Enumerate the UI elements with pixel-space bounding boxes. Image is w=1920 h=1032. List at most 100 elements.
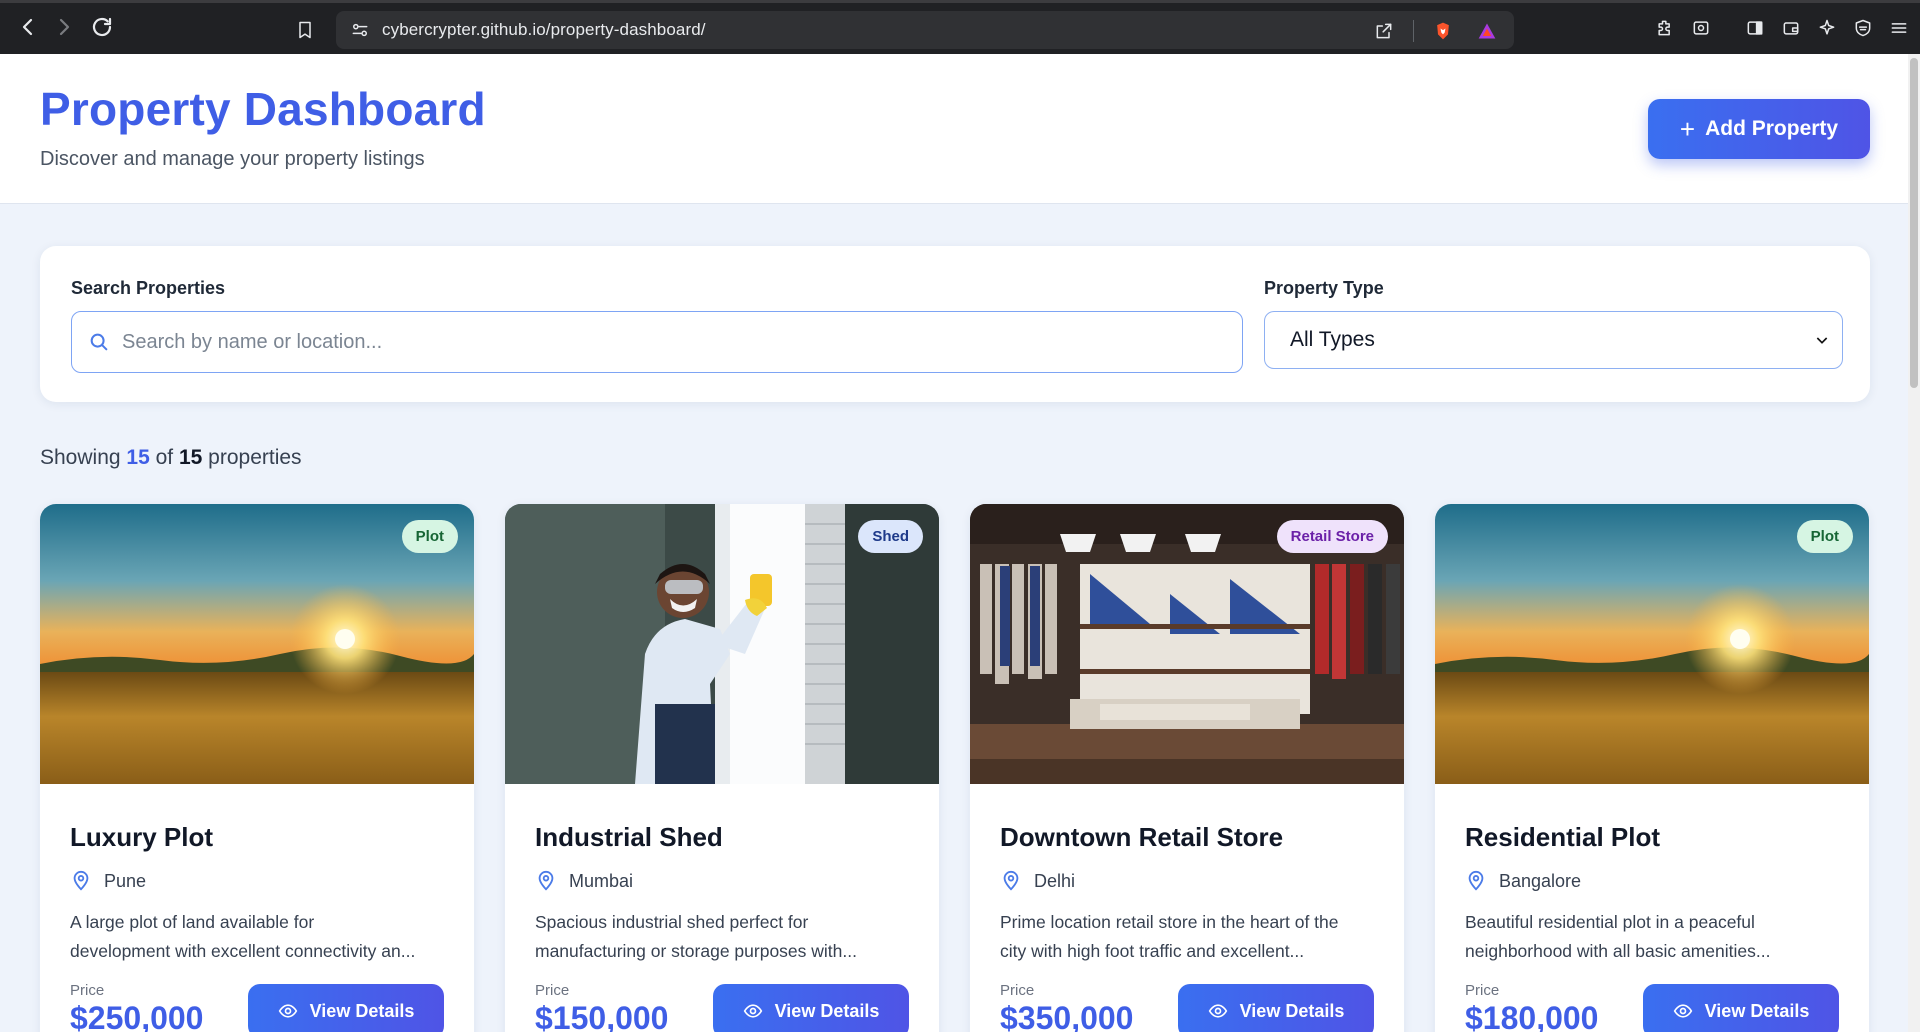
- property-description: Spacious industrial shed perfect for man…: [535, 908, 915, 966]
- arrow-left-icon: [22, 18, 33, 36]
- price-label: Price: [1465, 982, 1500, 999]
- price-label: Price: [535, 982, 570, 999]
- location-text: Mumbai: [569, 870, 634, 891]
- description-line: A large plot of land available for: [70, 912, 315, 932]
- chevron-down-icon: [1816, 337, 1828, 344]
- property-description: Beautiful residential plot in a peaceful…: [1465, 908, 1845, 966]
- property-title: Industrial Shed: [535, 822, 723, 852]
- location-text: Pune: [104, 870, 147, 891]
- leo-ai-icon[interactable]: [1812, 13, 1842, 43]
- property-price: $150,000: [535, 1000, 669, 1032]
- property-type-badge: Retail Store: [1276, 520, 1388, 553]
- property-card[interactable]: Retail Store Downtown Retail Store Delhi…: [970, 504, 1404, 1032]
- property-type-select[interactable]: All Types: [1264, 311, 1843, 369]
- results-suffix: properties: [208, 446, 302, 469]
- location-pin-icon: [538, 870, 554, 891]
- plus-icon: +: [1679, 114, 1696, 144]
- reload-icon: [92, 17, 112, 37]
- results-total: 15: [178, 446, 203, 469]
- scrollbar-thumb[interactable]: [1910, 58, 1918, 388]
- price-label: Price: [70, 982, 105, 999]
- share-icon[interactable]: [1369, 16, 1399, 46]
- view-details-button[interactable]: View Details: [713, 984, 909, 1032]
- price-label: Price: [1000, 982, 1035, 999]
- location-text: Delhi: [1034, 870, 1076, 891]
- property-type-badge: Plot: [401, 520, 458, 553]
- vpn-icon[interactable]: [1848, 13, 1878, 43]
- bookmark-icon: [299, 21, 311, 39]
- property-type-label: Property Type: [1264, 278, 1384, 298]
- property-description: Prime location retail store in the heart…: [1000, 908, 1380, 966]
- sidebar-icon[interactable]: [1740, 13, 1770, 43]
- view-details-button[interactable]: View Details: [1643, 984, 1839, 1032]
- results-count: Showing 15 of 15 properties: [40, 446, 302, 470]
- brave-rewards-icon[interactable]: [1472, 16, 1502, 46]
- address-bar[interactable]: cybercrypter.github.io/property-dashboar…: [336, 11, 1514, 49]
- description-line: Beautiful residential plot in a peaceful: [1465, 912, 1755, 932]
- eye-icon: [1673, 1004, 1692, 1018]
- description-line: development with excellent connectivity …: [70, 941, 416, 961]
- page-title: Property Dashboard: [40, 83, 486, 135]
- property-location: Mumbai: [535, 870, 633, 892]
- property-price: $250,000: [70, 1000, 204, 1032]
- property-card[interactable]: Plot Luxury Plot Pune A large plot of la…: [40, 504, 474, 1032]
- extensions-icon[interactable]: [1650, 13, 1680, 43]
- page-subtitle: Discover and manage your property listin…: [40, 148, 425, 170]
- search-input[interactable]: [122, 330, 1222, 354]
- search-label: Search Properties: [71, 278, 226, 298]
- property-location: Pune: [70, 870, 146, 892]
- property-location: Bangalore: [1465, 870, 1581, 892]
- view-details-label: View Details: [774, 1000, 880, 1021]
- view-details-button[interactable]: View Details: [1178, 984, 1374, 1032]
- description-line: Spacious industrial shed perfect for: [535, 912, 809, 932]
- url-text[interactable]: cybercrypter.github.io/property-dashboar…: [382, 20, 706, 40]
- search-field[interactable]: [71, 311, 1243, 373]
- property-image: Shed: [505, 504, 939, 784]
- forward-button[interactable]: [46, 9, 82, 45]
- location-pin-icon: [73, 870, 89, 891]
- results-prefix: Showing: [40, 446, 121, 469]
- search-icon: [90, 333, 108, 351]
- property-title: Downtown Retail Store: [1000, 822, 1284, 852]
- site-settings-icon[interactable]: [346, 16, 374, 44]
- eye-icon: [278, 1004, 297, 1018]
- property-type-value: All Types: [1290, 328, 1375, 351]
- location-text: Bangalore: [1499, 870, 1582, 891]
- back-button[interactable]: [10, 9, 46, 45]
- property-image: Retail Store: [970, 504, 1404, 784]
- bookmark-button[interactable]: [290, 15, 320, 45]
- view-details-button[interactable]: View Details: [248, 984, 444, 1032]
- eye-icon: [743, 1004, 762, 1018]
- description-line: city with high foot traffic and excellen…: [1000, 941, 1305, 961]
- view-details-label: View Details: [309, 1000, 415, 1021]
- add-property-label: Add Property: [1705, 117, 1839, 140]
- add-property-button[interactable]: + Add Property: [1648, 99, 1870, 159]
- description-line: manufacturing or storage purposes with..…: [535, 941, 857, 961]
- property-card[interactable]: Shed Industrial Shed Mumbai Spacious ind…: [505, 504, 939, 1032]
- page-scrollbar[interactable]: [1908, 54, 1920, 1032]
- arrow-right-icon: [59, 18, 70, 36]
- results-shown: 15: [126, 446, 150, 469]
- property-type-badge: Shed: [858, 520, 923, 553]
- eye-icon: [1208, 1004, 1227, 1018]
- page-header: Property Dashboard Discover and manage y…: [0, 54, 1908, 204]
- menu-icon[interactable]: [1884, 13, 1914, 43]
- property-card[interactable]: Plot Residential Plot Bangalore Beautifu…: [1435, 504, 1869, 1032]
- wallet-icon[interactable]: [1776, 13, 1806, 43]
- property-title: Luxury Plot: [70, 822, 214, 852]
- property-image: Plot: [1435, 504, 1869, 784]
- view-details-label: View Details: [1239, 1000, 1345, 1021]
- divider: [1413, 20, 1414, 42]
- browser-toolbar: cybercrypter.github.io/property-dashboar…: [0, 0, 1920, 54]
- location-pin-icon: [1003, 870, 1019, 891]
- property-price: $180,000: [1465, 1000, 1599, 1032]
- property-location: Delhi: [1000, 870, 1075, 892]
- brave-shield-icon[interactable]: [1428, 16, 1458, 46]
- page-content: Property Dashboard Discover and manage y…: [0, 54, 1908, 1032]
- reload-button[interactable]: [84, 9, 120, 45]
- property-grid: Plot Luxury Plot Pune A large plot of la…: [40, 504, 1870, 1032]
- reader-icon[interactable]: [1686, 13, 1716, 43]
- view-details-label: View Details: [1704, 1000, 1810, 1021]
- location-pin-icon: [1468, 870, 1484, 891]
- filter-panel: Search Properties Property Type All Type…: [40, 246, 1870, 402]
